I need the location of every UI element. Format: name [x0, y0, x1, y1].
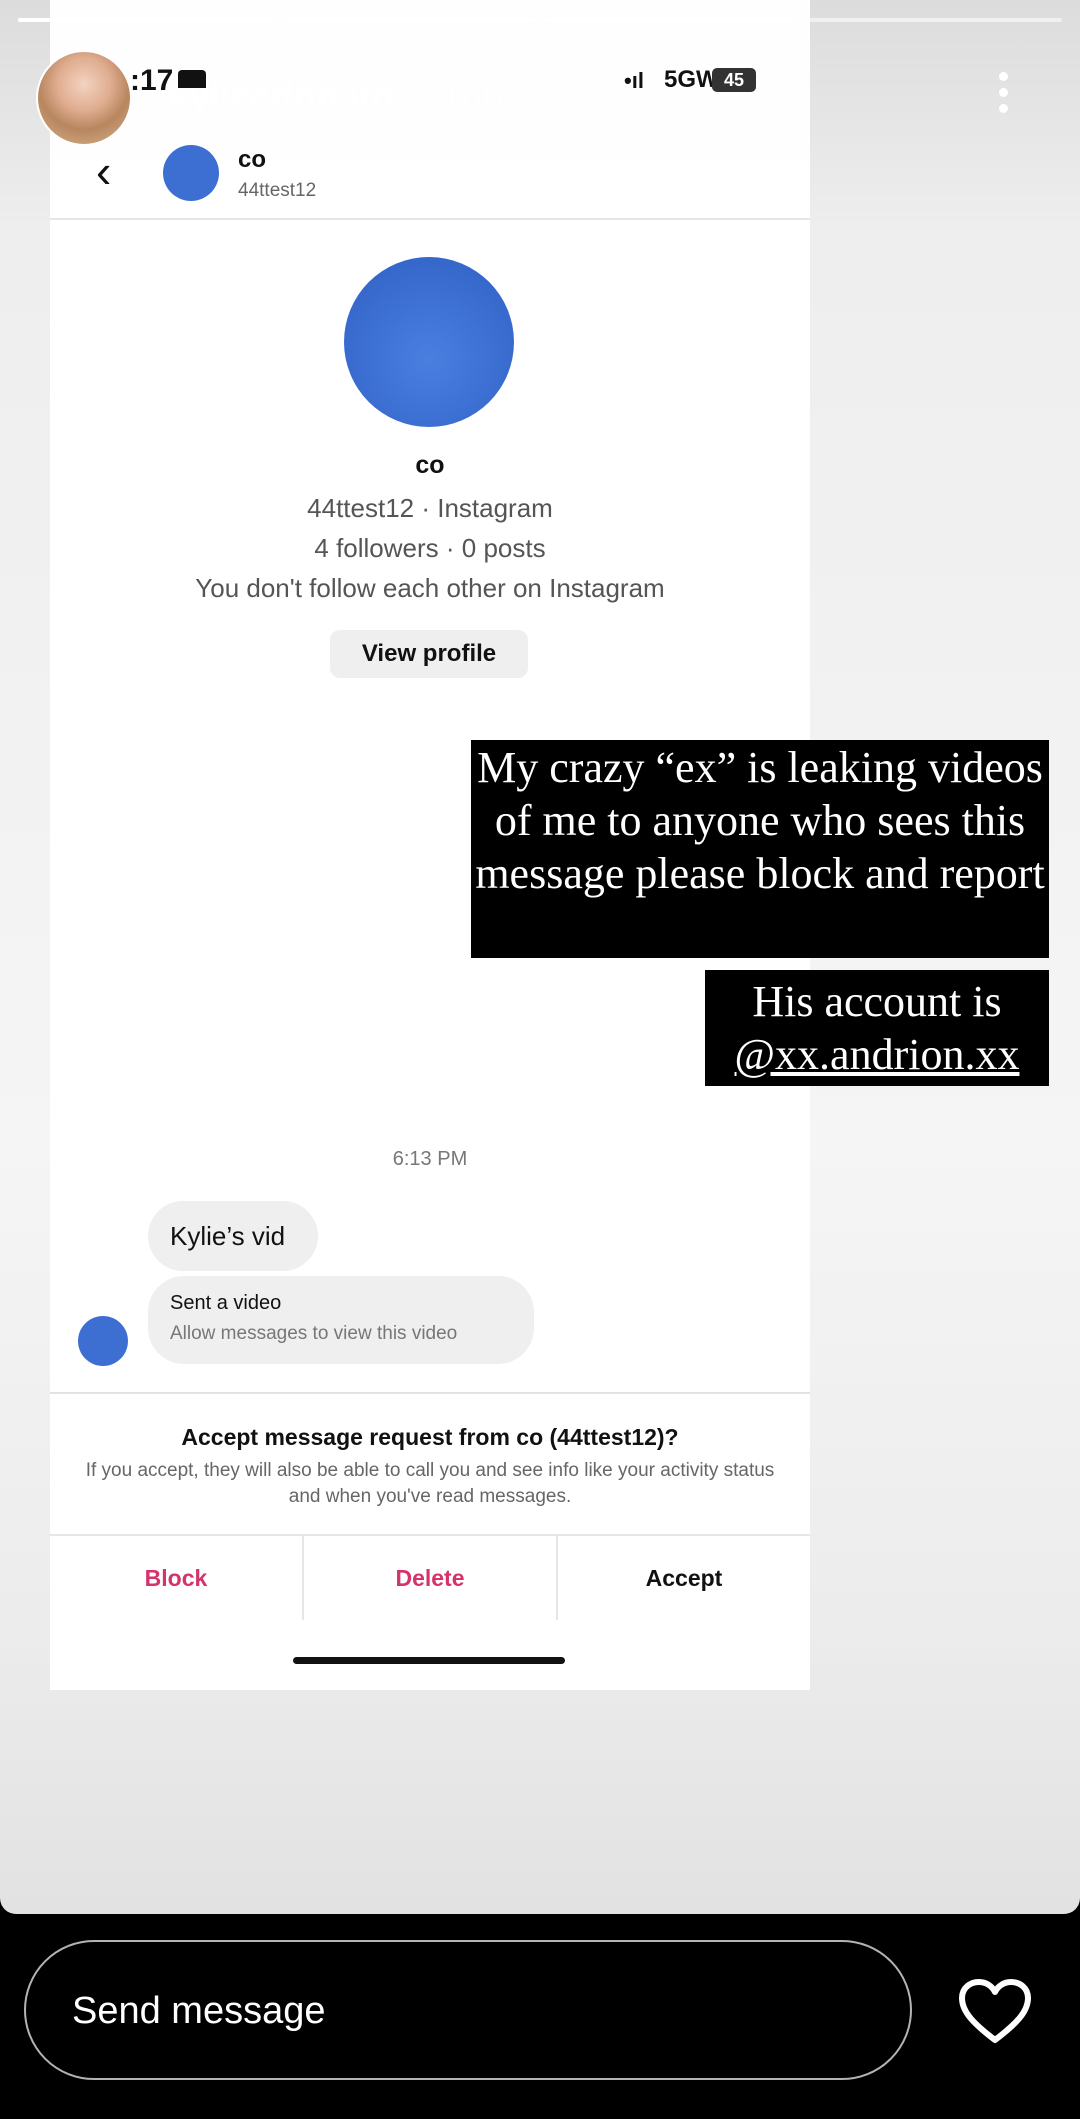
- story-caption-account: His account is @xx.andrion.xx: [705, 970, 1049, 1086]
- story-username[interactable]: kylieedonato: [168, 76, 395, 119]
- request-description: If you accept, they will also be able to…: [85, 1460, 775, 1507]
- story-frame: :17 •ıl 5GW 45 kylieedonato 16h ‹ co 44t…: [0, 0, 1080, 1914]
- delete-button: Delete: [302, 1536, 556, 1620]
- video-message-subtitle: Allow messages to view this video: [170, 1323, 458, 1344]
- profile-stats: 4 followers · 0 posts: [314, 533, 546, 563]
- profile-follow-status: You don't follow each other on Instagram: [195, 573, 665, 603]
- heart-icon[interactable]: [958, 1978, 1032, 2044]
- request-actions: Block Delete Accept: [50, 1534, 810, 1620]
- sender-avatar: [78, 1316, 128, 1366]
- video-message-bubble: Sent a video Allow messages to view this…: [148, 1276, 534, 1364]
- back-icon: ‹: [96, 145, 112, 197]
- progress-segment: [281, 18, 536, 22]
- story-age: 16h: [440, 76, 504, 118]
- message-timestamp: 6:13 PM: [392, 1148, 468, 1170]
- divider: [50, 218, 810, 220]
- video-message-title: Sent a video: [170, 1292, 282, 1314]
- profile-name: co: [415, 451, 445, 479]
- status-time: :17: [130, 64, 174, 97]
- story-avatar[interactable]: [36, 50, 132, 146]
- progress-segment: [544, 18, 799, 22]
- dm-username: 44ttest12: [238, 180, 317, 201]
- divider: [50, 1392, 810, 1394]
- caption-prefix: His account is: [752, 977, 1002, 1026]
- send-message-placeholder: Send message: [72, 1990, 326, 2032]
- view-profile-button: View profile: [330, 630, 528, 678]
- home-indicator: [293, 1657, 565, 1664]
- accept-button: Accept: [556, 1536, 810, 1620]
- block-button: Block: [144, 1565, 208, 1591]
- profile-avatar: [344, 257, 514, 427]
- more-options-icon[interactable]: [992, 72, 1014, 122]
- battery-icon: 45: [712, 68, 756, 92]
- progress-segment: [18, 18, 273, 22]
- request-title: Accept message request from co (44ttest1…: [181, 1424, 679, 1450]
- dm-avatar: [163, 145, 219, 201]
- progress-segment: [807, 18, 1062, 22]
- story-caption: My crazy “ex” is leaking videos of me to…: [471, 740, 1049, 958]
- network-label: 5GW: [664, 66, 719, 93]
- story-progress: [18, 18, 1062, 22]
- dm-name: co: [238, 146, 267, 173]
- message-bubble: Kylie’s vid: [148, 1201, 318, 1271]
- caption-handle: @xx.andrion.xx: [734, 1030, 1020, 1079]
- signal-icon: •ıl: [624, 68, 644, 93]
- profile-handle: 44ttest12 · Instagram: [307, 493, 553, 523]
